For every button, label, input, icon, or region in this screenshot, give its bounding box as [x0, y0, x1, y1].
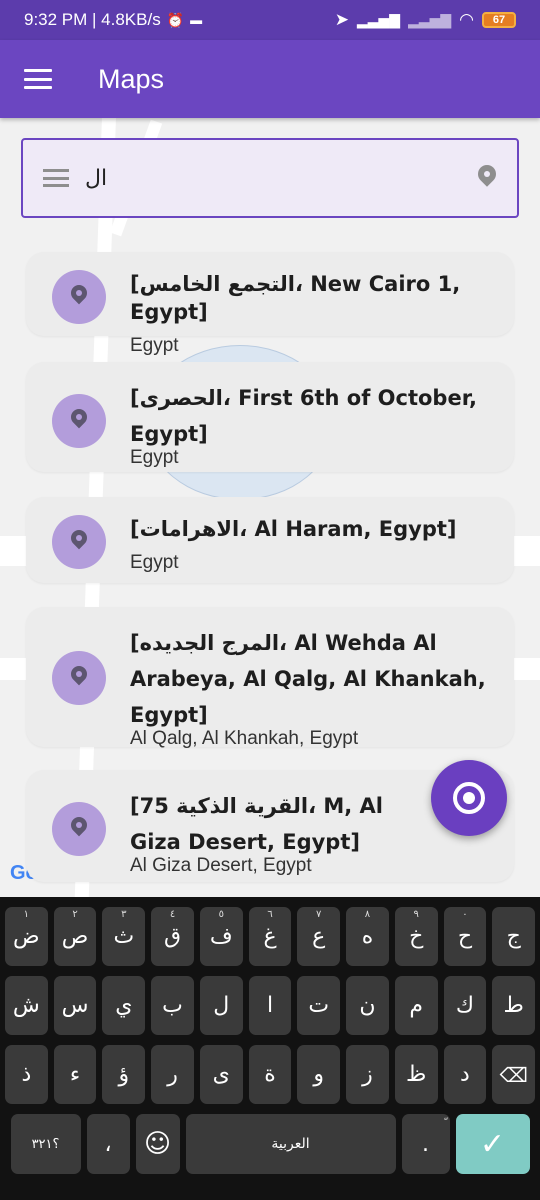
- key[interactable]: ٣ث: [102, 907, 146, 966]
- status-left: 9:32 PM | 4.8KB/s ⏰ ▬: [24, 10, 202, 30]
- key[interactable]: ذ: [4, 1045, 48, 1104]
- key[interactable]: ة: [248, 1045, 292, 1104]
- key[interactable]: ز: [346, 1045, 389, 1104]
- emoji-key[interactable]: ☺: [135, 1114, 180, 1174]
- search-result[interactable]: [المرج الجديده، Al Wehda Al Arabeya, Al …: [26, 607, 514, 749]
- place-icon: [52, 270, 106, 324]
- space-key[interactable]: العربية: [185, 1114, 396, 1174]
- place-icon: [52, 651, 106, 705]
- enter-key[interactable]: ✓: [455, 1114, 530, 1174]
- key[interactable]: ٧ع: [297, 907, 341, 966]
- key[interactable]: ء: [53, 1045, 97, 1104]
- key[interactable]: ش: [4, 976, 48, 1035]
- battery-icon: 67: [482, 12, 516, 28]
- map-pin-icon: [70, 285, 88, 309]
- numbers-key[interactable]: ؟٣٢١: [10, 1114, 81, 1174]
- key[interactable]: ط: [492, 976, 536, 1035]
- comma-key[interactable]: ،: [86, 1114, 130, 1174]
- keyboard: ١ض٢ص٣ث٤ق٥ف٦غ٧ع٨ه٩خ٠حج شسيبلاتنمكط ذءؤرىة…: [0, 897, 540, 1200]
- search-result[interactable]: [الاهرامات، Al Haram, Egypt] Egypt: [26, 497, 514, 583]
- search-result[interactable]: [الحصرى، First 6th of October, Egypt] Eg…: [26, 362, 514, 472]
- key[interactable]: ك: [443, 976, 487, 1035]
- period-key[interactable]: ّ.: [401, 1114, 450, 1174]
- notification-icon: ▬: [190, 13, 203, 27]
- keyboard-row-4: ؟٣٢١ ، ☺ العربية ّ. ✓: [5, 1114, 535, 1174]
- result-title: [75 القرية الذكية، M, Al Giza Desert, Eg…: [130, 794, 384, 854]
- backspace-key[interactable]: ⌫: [492, 1045, 536, 1104]
- place-icon: [52, 394, 106, 448]
- status-bar: 9:32 PM | 4.8KB/s ⏰ ▬ ➤ ▂▃▅▇ ▂▃▅▇ ◠ 67: [0, 0, 540, 40]
- signal2-icon: ▂▃▅▇: [408, 11, 452, 28]
- status-time: 9:32 PM | 4.8KB/s: [24, 10, 161, 29]
- result-subtitle: Egypt: [130, 552, 179, 573]
- search-menu-icon[interactable]: [43, 169, 69, 187]
- key[interactable]: ٤ق: [151, 907, 194, 966]
- result-subtitle: Al Giza Desert, Egypt: [130, 855, 312, 876]
- keyboard-row-2: شسيبلاتنمكط: [4, 976, 536, 1035]
- result-title: [التجمع الخامس، New Cairo 1, Egypt]: [130, 272, 461, 324]
- key[interactable]: ٩خ: [394, 907, 438, 966]
- map-pin-icon: [70, 817, 88, 841]
- crosshair-icon: [453, 782, 485, 814]
- keyboard-row-3: ذ ء ؤ ر ى ة و ز ظ د ⌫: [4, 1045, 536, 1104]
- location-pin-icon[interactable]: [477, 165, 497, 191]
- key[interactable]: ى: [199, 1045, 243, 1104]
- key[interactable]: ت: [297, 976, 341, 1035]
- my-location-button[interactable]: [431, 760, 507, 836]
- key[interactable]: و: [297, 1045, 341, 1104]
- place-icon: [52, 802, 106, 856]
- map-block: [514, 536, 540, 566]
- key[interactable]: ؤ: [102, 1045, 146, 1104]
- key[interactable]: ٠ح: [443, 907, 487, 966]
- key[interactable]: ا: [248, 976, 292, 1035]
- result-title: [المرج الجديده، Al Wehda Al Arabeya, Al …: [130, 631, 486, 727]
- key[interactable]: ٦غ: [248, 907, 292, 966]
- map-pin-icon: [70, 409, 88, 433]
- alarm-off-icon: ⏰: [166, 11, 185, 28]
- keyboard-row-1: ١ض٢ص٣ث٤ق٥ف٦غ٧ع٨ه٩خ٠حج: [4, 907, 536, 966]
- key[interactable]: س: [53, 976, 97, 1035]
- menu-icon[interactable]: [24, 69, 52, 89]
- result-subtitle: Al Qalg, Al Khankah, Egypt: [130, 728, 359, 749]
- key[interactable]: ١ض: [4, 907, 48, 966]
- result-title: [الحصرى، First 6th of October, Egypt]: [130, 386, 477, 446]
- key[interactable]: ب: [151, 976, 194, 1035]
- key[interactable]: ٨ه: [346, 907, 389, 966]
- key[interactable]: ٥ف: [199, 907, 243, 966]
- key[interactable]: م: [394, 976, 438, 1035]
- search-input[interactable]: [85, 165, 477, 191]
- app-bar: Maps: [0, 40, 540, 118]
- result-title: [الاهرامات، Al Haram, Egypt]: [130, 517, 457, 541]
- signal-icon: ▂▃▅▇: [357, 11, 401, 28]
- location-arrow-icon: ➤: [334, 10, 349, 29]
- key[interactable]: ي: [102, 976, 146, 1035]
- key[interactable]: ن: [346, 976, 389, 1035]
- place-icon: [52, 515, 106, 569]
- key[interactable]: ر: [151, 1045, 194, 1104]
- map-block: [0, 536, 28, 566]
- key[interactable]: ل: [199, 976, 243, 1035]
- key[interactable]: د: [443, 1045, 487, 1104]
- key[interactable]: ج: [492, 907, 536, 966]
- key[interactable]: ٢ص: [53, 907, 97, 966]
- app-title: Maps: [98, 63, 165, 94]
- search-bar: [21, 138, 519, 218]
- map-pin-icon: [70, 530, 88, 554]
- result-subtitle: Egypt: [130, 335, 179, 356]
- status-right: ➤ ▂▃▅▇ ▂▃▅▇ ◠ 67: [335, 10, 516, 30]
- map-pin-icon: [70, 666, 88, 690]
- wifi-icon: ◠: [459, 10, 474, 29]
- search-result[interactable]: [التجمع الخامس، New Cairo 1, Egypt] Egyp…: [26, 252, 514, 356]
- key[interactable]: ظ: [394, 1045, 438, 1104]
